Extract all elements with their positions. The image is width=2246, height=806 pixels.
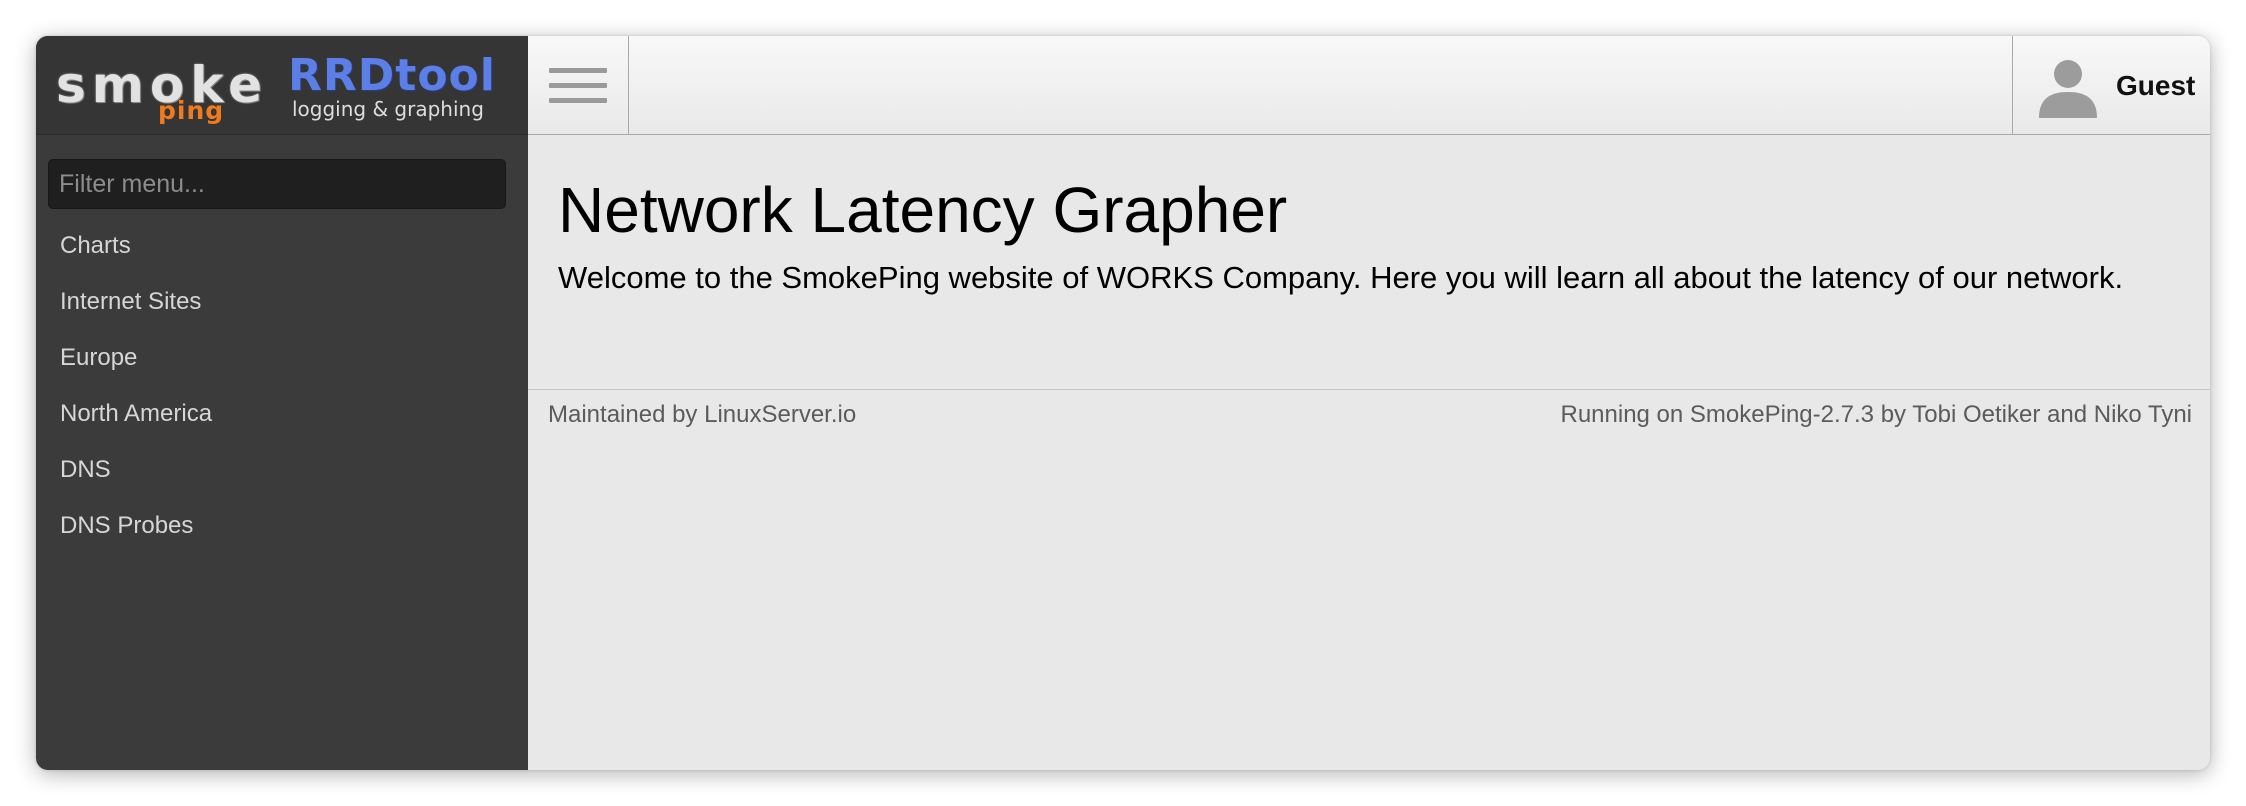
sidebar-item-internet-sites[interactable]: Internet Sites — [36, 274, 528, 330]
rrdtool-logo-subtext: logging & graphing — [292, 97, 484, 121]
smokeping-logo-subtext: ping — [158, 96, 225, 125]
sidebar-item-north-america[interactable]: North America — [36, 386, 528, 442]
hamburger-menu-button[interactable] — [528, 36, 629, 135]
user-name: Guest — [2116, 70, 2196, 101]
footer-running-prefix: Running on — [1560, 401, 1690, 428]
sidebar-item-dns[interactable]: DNS — [36, 442, 528, 498]
sidebar-item-europe[interactable]: Europe — [36, 330, 528, 386]
footer-by-text: by — [1874, 401, 1913, 428]
sidebar-menu: Charts Internet Sites Europe North Ameri… — [36, 218, 528, 554]
filter-menu-input[interactable] — [48, 159, 506, 209]
sidebar-item-dns-probes[interactable]: DNS Probes — [36, 498, 528, 554]
rrdtool-logo[interactable]: RRDtool logging & graphing — [288, 50, 518, 122]
smokeping-version-link[interactable]: SmokePing-2.7.3 — [1690, 401, 1874, 428]
footer: Maintained by LinuxServer.io Running on … — [528, 391, 2210, 431]
app-window: smoke ping RRDtool logging & graphing Ch… — [36, 36, 2210, 770]
smokeping-logo[interactable]: smoke ping — [56, 56, 266, 126]
footer-running-on: Running on SmokePing-2.7.3 by Tobi Oetik… — [1560, 401, 2192, 429]
logo-bar: smoke ping RRDtool logging & graphing — [36, 36, 528, 135]
sidebar-item-charts[interactable]: Charts — [36, 218, 528, 274]
hamburger-icon-bottom — [549, 98, 607, 103]
user-silhouette-icon — [2039, 60, 2097, 118]
page-title: Network Latency Grapher — [558, 174, 1288, 246]
page-description: Welcome to the SmokePing website of WORK… — [558, 260, 2124, 295]
footer-and-text: and — [2040, 401, 2094, 428]
linuxserver-link[interactable]: LinuxServer.io — [704, 401, 856, 428]
top-bar: Guest — [528, 36, 2210, 135]
footer-maintained-prefix: Maintained by — [548, 401, 705, 428]
author-link-niko-tyni[interactable]: Niko Tyni — [2094, 401, 2192, 428]
hamburger-icon — [549, 68, 607, 73]
author-link-tobi-oetiker[interactable]: Tobi Oetiker — [1912, 401, 2040, 428]
hamburger-icon-middle — [549, 83, 607, 88]
rrdtool-logo-text: RRDtool — [288, 50, 496, 101]
footer-maintained: Maintained by LinuxServer.io — [548, 401, 856, 429]
main-content: Network Latency Grapher Welcome to the S… — [528, 136, 2210, 390]
user-menu[interactable]: Guest — [2012, 36, 2210, 135]
sidebar: smoke ping RRDtool logging & graphing Ch… — [36, 36, 528, 770]
